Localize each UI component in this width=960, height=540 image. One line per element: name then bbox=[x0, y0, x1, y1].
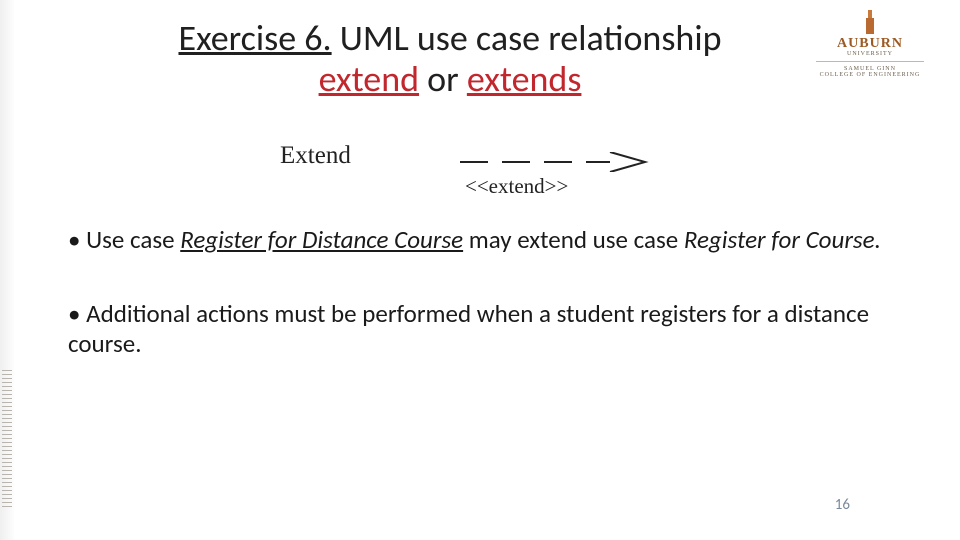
page-number: 16 bbox=[835, 496, 850, 514]
logo-text-college: COLLEGE OF ENGINEERING bbox=[810, 72, 930, 78]
slide-title: Exercise 6. UML use case relationship ex… bbox=[100, 18, 800, 101]
diagram-stereotype-label: <<extend>> bbox=[465, 174, 568, 199]
bullet-1-usecase-2: Register for Course. bbox=[684, 224, 881, 255]
logo-divider bbox=[816, 61, 924, 62]
title-red-1: extend bbox=[319, 57, 419, 101]
title-red-2: extends bbox=[467, 57, 582, 101]
bullet-2: • Additional actions must be performed w… bbox=[68, 299, 898, 359]
bullet-1-usecase-1: Register for Distance Course bbox=[180, 224, 463, 255]
dashed-arrow-icon bbox=[460, 152, 650, 172]
bullet-2-text: • Additional actions must be performed w… bbox=[68, 298, 869, 359]
auburn-logo: AUBURN UNIVERSITY SAMUEL GINN COLLEGE OF… bbox=[810, 10, 930, 78]
left-decorative-bar bbox=[0, 0, 14, 540]
bullet-1: • Use case Register for Distance Course … bbox=[68, 225, 898, 255]
title-or: or bbox=[419, 57, 467, 101]
body-text: • Use case Register for Distance Course … bbox=[68, 225, 898, 403]
left-bar-stripes bbox=[2, 370, 12, 510]
title-rest-1: UML use case relationship bbox=[332, 16, 722, 60]
bullet-1-mid: may extend use case bbox=[463, 224, 684, 255]
tower-icon bbox=[863, 10, 877, 34]
uml-extend-diagram: Extend <<extend>> bbox=[280, 130, 680, 210]
logo-text-auburn: AUBURN bbox=[810, 36, 930, 52]
slide: Exercise 6. UML use case relationship ex… bbox=[0, 0, 960, 540]
bullet-1-lead: • Use case bbox=[68, 224, 180, 255]
diagram-extend-label: Extend bbox=[280, 142, 351, 170]
title-exercise-number: Exercise 6. bbox=[178, 16, 331, 60]
logo-text-university: UNIVERSITY bbox=[810, 51, 930, 57]
